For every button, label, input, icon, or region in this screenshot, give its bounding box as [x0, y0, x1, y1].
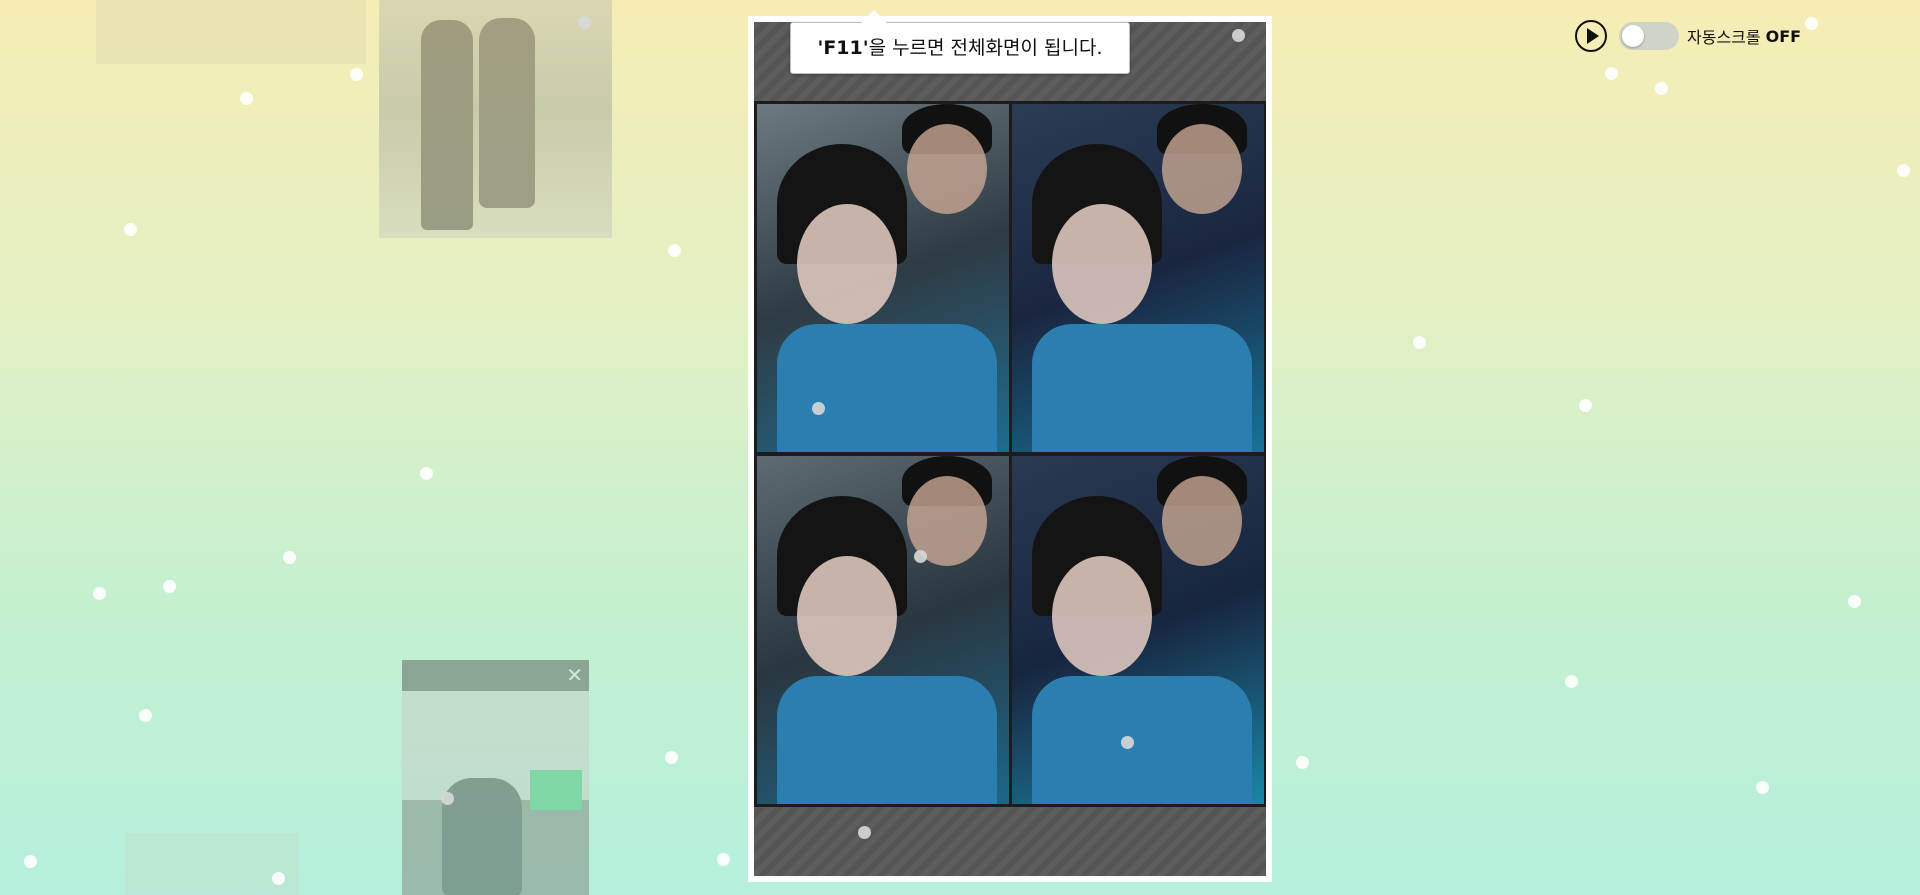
snow-dot [668, 244, 681, 257]
snow-dot [124, 223, 137, 236]
play-triangle [1586, 28, 1599, 44]
photo-face [1162, 124, 1242, 214]
snow-dot [1232, 29, 1245, 42]
collage-cell [757, 456, 1009, 804]
snow-dot [914, 550, 927, 563]
photo-figure [479, 18, 535, 208]
viewer-panel [754, 22, 1266, 876]
photo-jacket [777, 324, 997, 452]
background-photo[interactable] [96, 0, 366, 64]
photo-jacket [777, 676, 997, 804]
tooltip-key: 'F11' [817, 37, 869, 59]
photo-titlebar [402, 660, 589, 691]
close-icon[interactable]: ✕ [566, 662, 583, 688]
snow-dot [665, 751, 678, 764]
snow-dot [420, 467, 433, 480]
snow-dot [858, 826, 871, 839]
collage-cell [1012, 456, 1264, 804]
snow-dot [1848, 595, 1861, 608]
snow-dot [1565, 675, 1578, 688]
collage-cell [1012, 104, 1264, 452]
toggle-knob [1622, 25, 1644, 47]
snow-dot [1579, 399, 1592, 412]
snow-dot [283, 551, 296, 564]
snow-dot [441, 792, 454, 805]
snow-dot [163, 580, 176, 593]
snow-dot [1655, 82, 1668, 95]
photo-monitor [530, 770, 582, 810]
photo-viewer [748, 16, 1272, 882]
snow-dot [1897, 164, 1910, 177]
photo-face [1052, 204, 1152, 324]
snow-dot [350, 68, 363, 81]
autoscroll-controls: 자동스크롤 OFF [1575, 18, 1801, 54]
fullscreen-tooltip: 'F11'을 누르면 전체화면이 됩니다. [790, 10, 1130, 74]
photo-collage[interactable] [754, 101, 1266, 807]
snow-dot [578, 16, 591, 29]
snow-dot [812, 402, 825, 415]
background-photo[interactable] [125, 833, 299, 895]
snow-dot [1756, 781, 1769, 794]
photo-face [797, 204, 897, 324]
tooltip-text: 을 누르면 전체화면이 됩니다. [868, 37, 1103, 59]
photo-face [1052, 556, 1152, 676]
background-photo[interactable]: ✕ [402, 660, 589, 895]
photo-jacket [1032, 324, 1252, 452]
photo-figure [421, 20, 473, 230]
snow-dot [139, 709, 152, 722]
photo-face [1162, 476, 1242, 566]
play-icon[interactable] [1575, 20, 1607, 52]
snow-dot [1296, 756, 1309, 769]
snow-dot [24, 855, 37, 868]
snow-dot [717, 853, 730, 866]
autoscroll-label: 자동스크롤 [1687, 28, 1761, 47]
background-photo[interactable] [379, 0, 612, 238]
collage-cell [757, 104, 1009, 452]
snow-dot [1413, 336, 1426, 349]
autoscroll-state: OFF [1765, 26, 1802, 46]
snow-dot [272, 872, 285, 885]
snow-dot [1605, 67, 1618, 80]
snow-dot [240, 92, 253, 105]
snow-dot [93, 587, 106, 600]
photo-face [907, 124, 987, 214]
snow-dot [1121, 736, 1134, 749]
photo-jacket [1032, 676, 1252, 804]
photo-face [797, 556, 897, 676]
snow-dot [1805, 17, 1818, 30]
autoscroll-toggle[interactable] [1619, 22, 1679, 50]
photo-figure [442, 778, 522, 895]
